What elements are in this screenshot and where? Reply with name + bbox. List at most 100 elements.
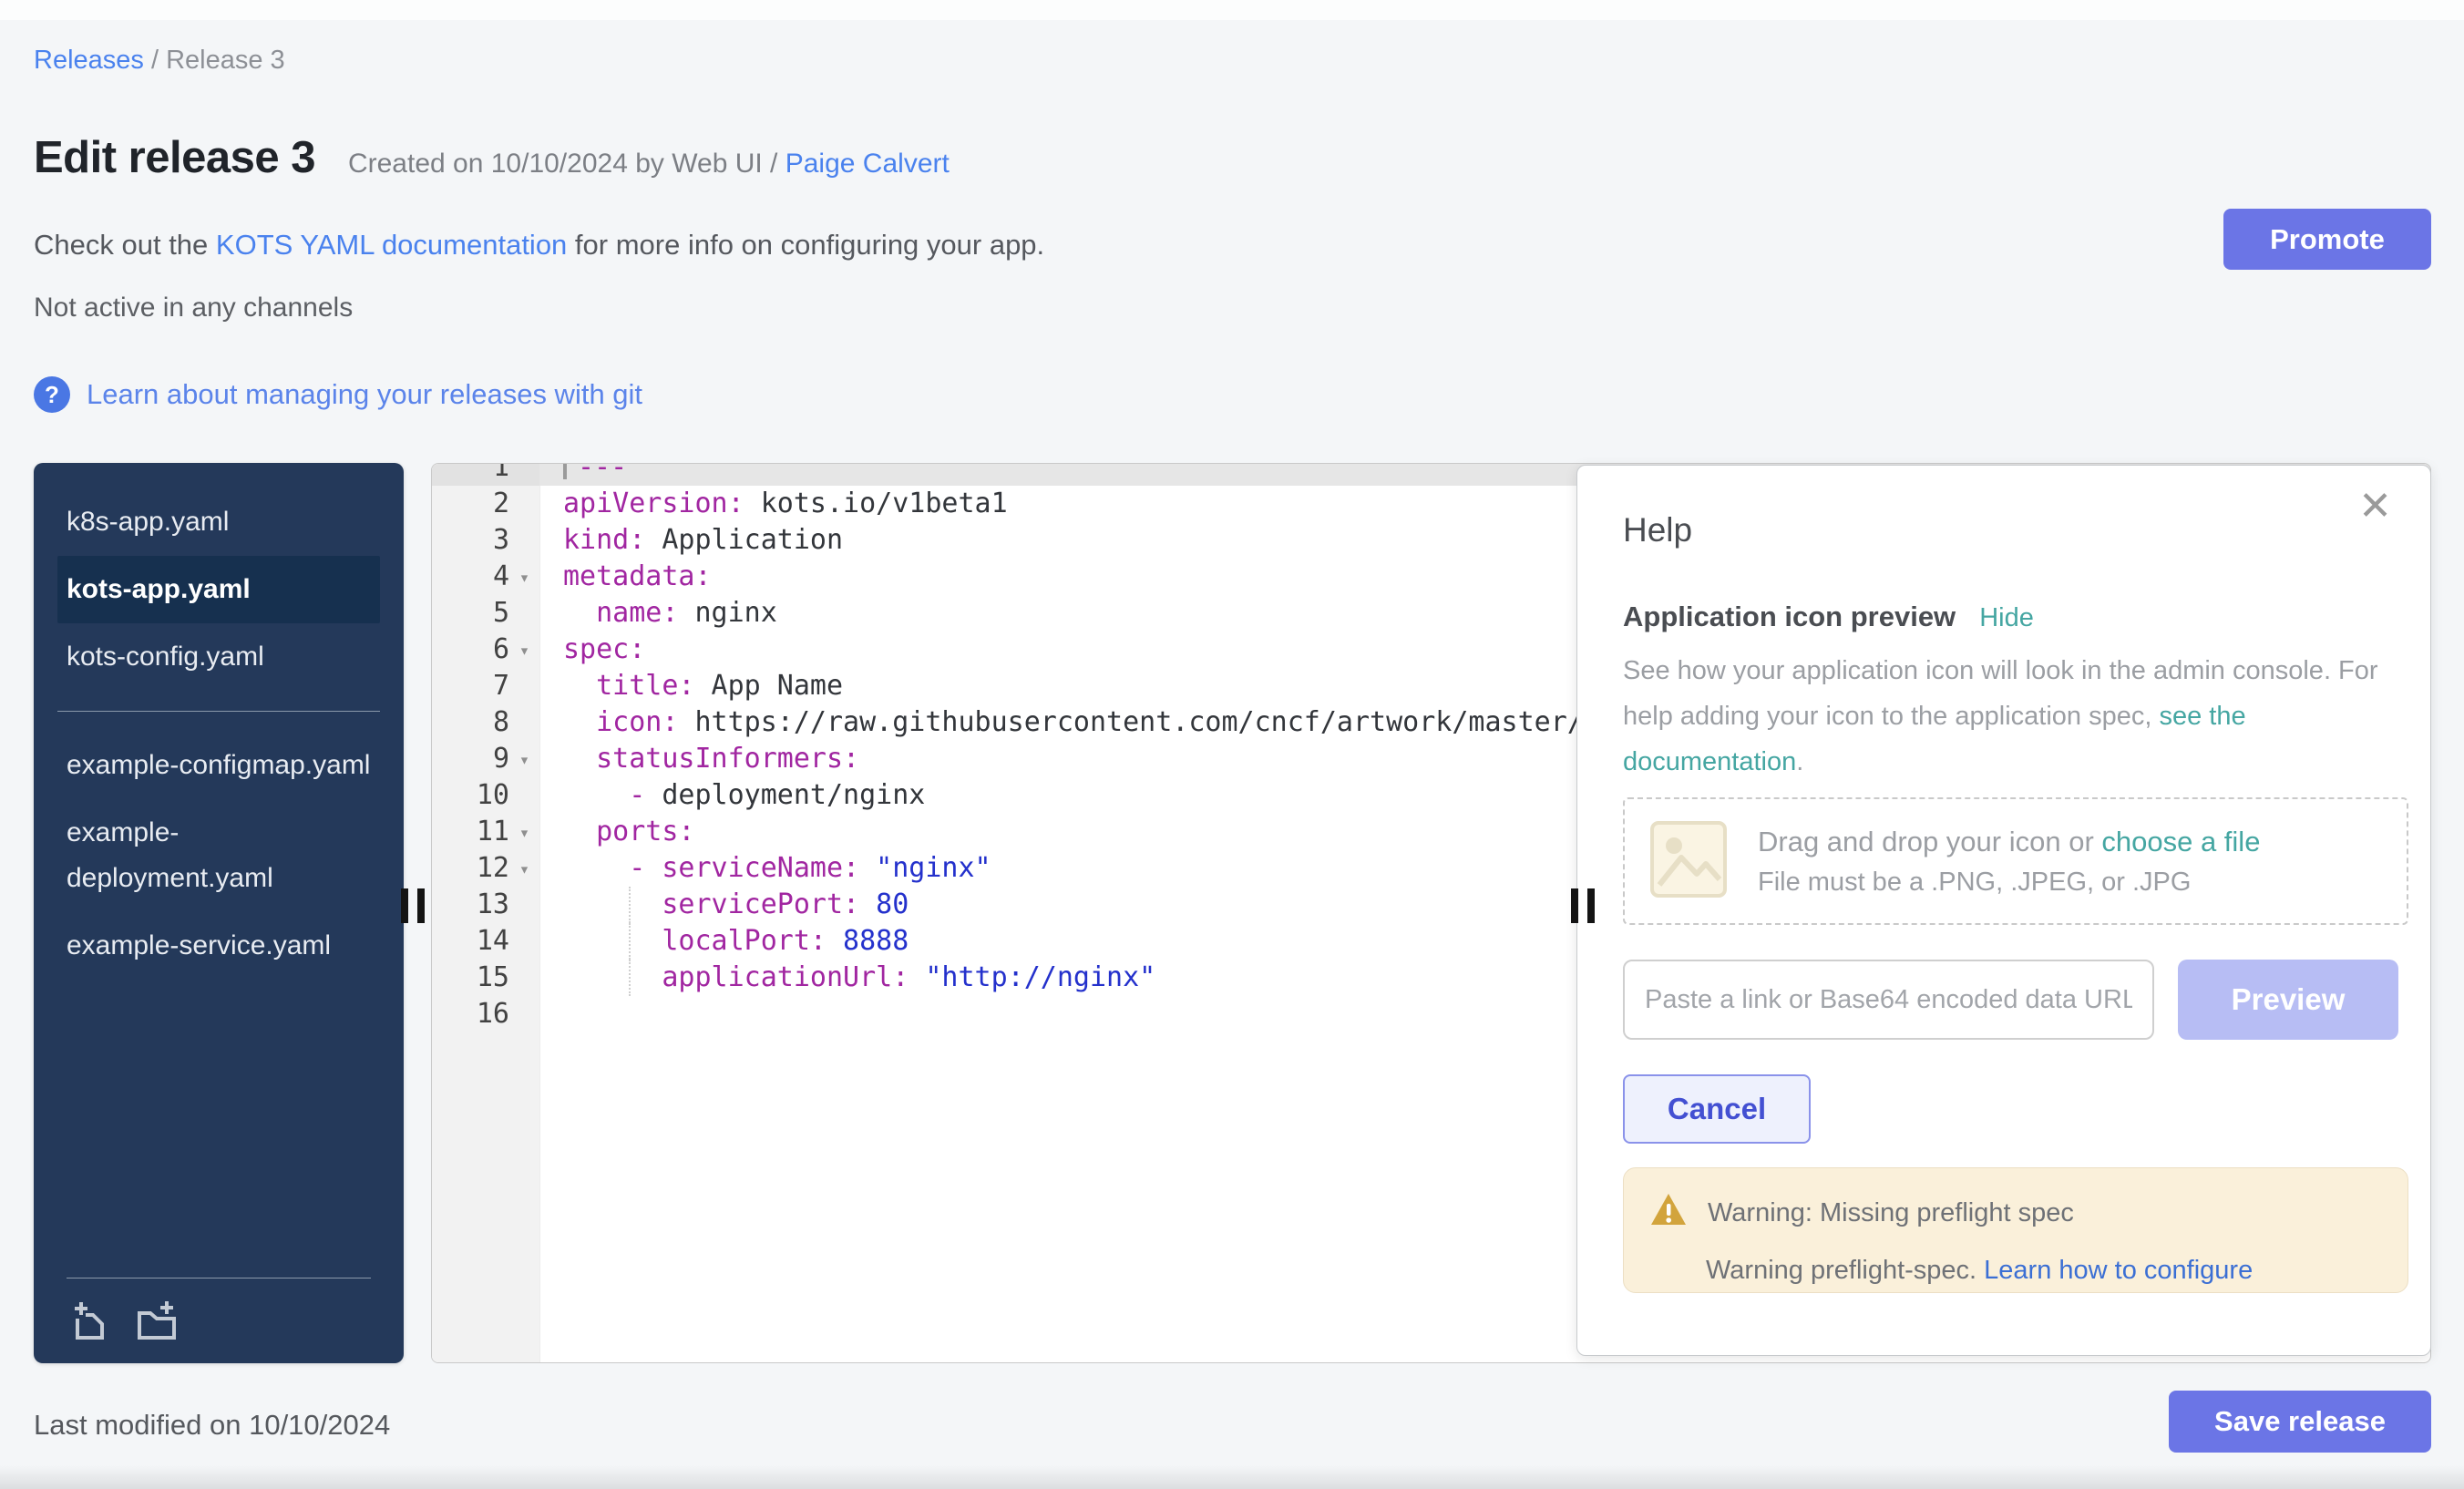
fold-arrow-icon[interactable]: ▾ <box>509 559 539 595</box>
file-item-kots-config.yaml[interactable]: kots-config.yaml <box>57 623 380 691</box>
fold-arrow-icon[interactable]: ▾ <box>509 632 539 668</box>
close-icon[interactable]: ✕ <box>2353 486 2397 528</box>
breadcrumb-releases-link[interactable]: Releases <box>34 46 144 75</box>
code-token-num: 80 <box>859 888 909 920</box>
gutter-line-7: 7 <box>432 668 539 704</box>
fold-spacer <box>509 777 539 814</box>
kots-docs-link[interactable]: KOTS YAML documentation <box>216 229 567 261</box>
git-help-row: ? Learn about managing your releases wit… <box>34 376 2431 413</box>
code-token-str: "http://nginx" <box>909 961 1155 993</box>
line-number: 15 <box>432 960 509 996</box>
file-item-example-service.yaml[interactable]: example-service.yaml <box>57 912 380 980</box>
channel-status: Not active in any channels <box>34 293 2431 323</box>
gutter-line-13: 13 <box>432 887 539 923</box>
gutter-line-4: 4▾ <box>432 559 539 595</box>
line-number: 10 <box>432 777 509 814</box>
choose-file-link[interactable]: choose a file <box>2101 826 2260 857</box>
file-list: k8s-app.yamlkots-app.yamlkots-config.yam… <box>34 488 404 980</box>
fold-spacer <box>509 595 539 632</box>
line-number: 12 <box>432 850 509 887</box>
help-panel-resize-handle[interactable] <box>1571 888 1595 923</box>
help-description: See how your application icon will look … <box>1623 648 2408 785</box>
file-item-example-deployment.yaml[interactable]: example-deployment.yaml <box>57 799 380 912</box>
line-number: 8 <box>432 704 509 741</box>
code-token-num: 8888 <box>826 925 909 957</box>
icon-url-row: Preview <box>1623 960 2408 1040</box>
line-number: 11 <box>432 814 509 850</box>
code-token-str: "nginx" <box>859 852 991 884</box>
help-description-suffix: . <box>1796 747 1803 776</box>
help-panel: ✕ Help Application icon preview Hide See… <box>1576 465 2431 1356</box>
docs-sentence: Check out the KOTS YAML documentation fo… <box>34 229 2431 262</box>
add-folder-icon[interactable] <box>132 1297 178 1345</box>
indent-guide <box>629 923 631 960</box>
gutter-line-9: 9▾ <box>432 741 539 777</box>
code-token-val: App Name <box>695 670 844 702</box>
code-token-val: kots.io/v1beta1 <box>744 488 1008 519</box>
line-number: 9 <box>432 741 509 777</box>
question-circle-icon: ? <box>34 376 70 413</box>
code-token-key: metadata: <box>563 560 712 592</box>
line-number: 1 <box>432 463 509 486</box>
warning-box: Warning: Missing preflight spec Warning … <box>1623 1167 2408 1293</box>
icon-dropzone[interactable]: Drag and drop your icon or choose a file… <box>1623 797 2408 925</box>
gutter-line-15: 15 <box>432 960 539 996</box>
file-item-k8s-app.yaml[interactable]: k8s-app.yaml <box>57 488 380 556</box>
gutter-line-11: 11▾ <box>432 814 539 850</box>
created-prefix: Created on 10/10/2024 by Web UI / <box>348 149 785 179</box>
help-description-text: See how your application icon will look … <box>1623 656 2378 731</box>
hide-link[interactable]: Hide <box>1979 603 2034 633</box>
warning-configure-link[interactable]: Learn how to configure <box>1984 1256 2253 1285</box>
fold-spacer <box>509 996 539 1032</box>
code-token-dash: - <box>563 852 662 884</box>
file-item-example-configmap.yaml[interactable]: example-configmap.yaml <box>57 732 380 799</box>
icon-preview-section-head: Application icon preview Hide <box>1623 601 2408 633</box>
dropzone-hint: File must be a .PNG, .JPEG, or .JPG <box>1758 868 2260 898</box>
code-token-key: --- <box>578 463 627 483</box>
indent-guide <box>629 960 631 996</box>
line-number: 4 <box>432 559 509 595</box>
warning-icon <box>1649 1192 1688 1234</box>
docs-sentence-suffix: for more info on configuring your app. <box>567 229 1044 261</box>
code-token-val: https://raw.githubusercontent.com/cncf/a… <box>678 706 1583 738</box>
git-help-link[interactable]: Learn about managing your releases with … <box>87 378 642 411</box>
fold-spacer <box>509 522 539 559</box>
code-token-key: localPort: <box>563 925 826 957</box>
gutter-line-8: 8 <box>432 704 539 741</box>
fold-spacer <box>509 923 539 960</box>
fold-arrow-icon[interactable]: ▾ <box>509 814 539 850</box>
fold-spacer <box>509 463 539 486</box>
sidebar-resize-handle[interactable] <box>401 888 425 923</box>
gutter-line-12: 12▾ <box>432 850 539 887</box>
edit-release-page: Releases / Release 3 Edit release 3 Crea… <box>0 0 2464 1489</box>
code-token-key: name: <box>563 597 678 629</box>
warning-text-body: Warning preflight-spec. <box>1706 1256 1984 1285</box>
gutter-line-3: 3 <box>432 522 539 559</box>
preview-button[interactable]: Preview <box>2178 960 2398 1040</box>
fold-spacer <box>509 486 539 522</box>
icon-url-input[interactable] <box>1623 960 2154 1040</box>
code-token-key: statusInformers: <box>563 743 859 775</box>
fold-arrow-icon[interactable]: ▾ <box>509 741 539 777</box>
add-file-icon[interactable] <box>67 1297 108 1345</box>
help-title: Help <box>1623 511 2408 549</box>
promote-button[interactable]: Promote <box>2223 209 2431 270</box>
fold-spacer <box>509 887 539 923</box>
author-link[interactable]: Paige Calvert <box>785 149 950 179</box>
cancel-button[interactable]: Cancel <box>1623 1074 1811 1144</box>
code-token-val: Application <box>645 524 843 556</box>
line-number: 7 <box>432 668 509 704</box>
dropzone-text: Drag and drop your icon or choose a file <box>1758 826 2260 858</box>
breadcrumb-current: Release 3 <box>166 46 285 75</box>
line-number: 14 <box>432 923 509 960</box>
line-number: 6 <box>432 632 509 668</box>
code-token-key: icon: <box>563 706 678 738</box>
image-placeholder-icon <box>1647 817 1730 906</box>
save-release-button[interactable]: Save release <box>2169 1391 2431 1453</box>
gutter-line-5: 5 <box>432 595 539 632</box>
gutter-line-1: 1 <box>432 463 539 486</box>
warning-text: Warning preflight-spec. Learn how to con… <box>1706 1252 2382 1289</box>
fold-arrow-icon[interactable]: ▾ <box>509 850 539 887</box>
line-number: 2 <box>432 486 509 522</box>
file-item-kots-app.yaml[interactable]: kots-app.yaml <box>57 556 380 623</box>
